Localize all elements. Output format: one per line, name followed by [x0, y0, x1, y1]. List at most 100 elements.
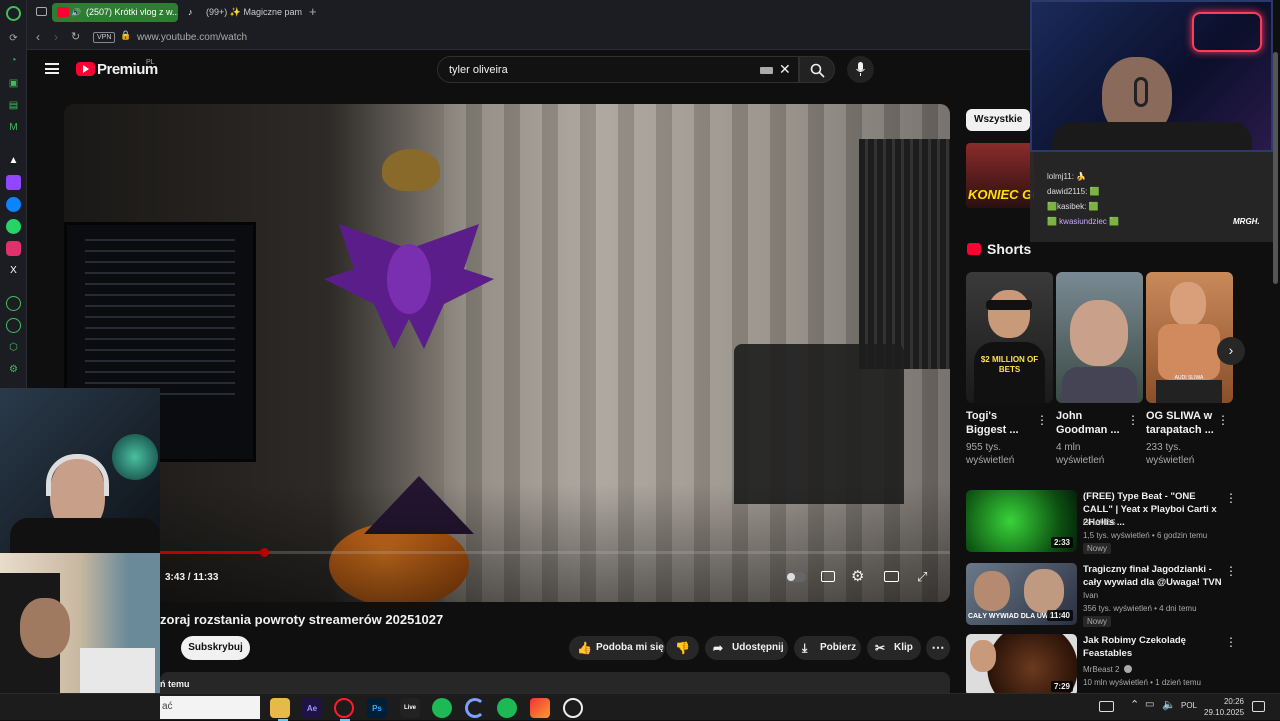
thumbs-down-icon: 👎: [675, 641, 690, 655]
network-icon[interactable]: ▭: [1145, 699, 1154, 710]
vpn-badge[interactable]: VPN: [93, 32, 116, 43]
spotify-icon-2[interactable]: [497, 698, 517, 718]
subtitles-icon[interactable]: [821, 571, 835, 582]
search-button[interactable]: [799, 56, 835, 83]
voice-search-button[interactable]: [847, 56, 874, 83]
dislike-button[interactable]: 👎: [666, 636, 699, 660]
aria-icon[interactable]: ◔: [6, 53, 21, 68]
chat-line: 🟩kasibek: 🟩: [1047, 202, 1099, 211]
headphones: [1134, 77, 1148, 107]
clip-button[interactable]: ✂ Klip: [867, 636, 921, 660]
bag-icon[interactable]: ▣: [6, 76, 21, 91]
twitch-icon[interactable]: [6, 175, 21, 190]
scissors-icon: ✂: [875, 641, 886, 655]
short-menu-icon[interactable]: ⋮: [1127, 413, 1139, 427]
lock-icon: 🔒: [120, 30, 132, 40]
instagram-icon[interactable]: [6, 241, 21, 256]
banner-thumbnail[interactable]: KONIEC GO: [966, 143, 1034, 208]
short-thumbnail: AUDI SLIWA: [1146, 272, 1233, 403]
settings-gear-icon[interactable]: ⚙: [851, 567, 864, 585]
short-overlay-text: $2 MILLION OF BETS: [980, 355, 1039, 374]
obs-icon[interactable]: [563, 698, 583, 718]
settings-icon[interactable]: ⚙: [6, 362, 21, 377]
taskbar-search[interactable]: ać: [160, 696, 260, 719]
spotify-icon[interactable]: [432, 698, 452, 718]
lamp: [382, 149, 440, 191]
clear-search-icon[interactable]: ✕: [779, 61, 791, 78]
recommendation-item[interactable]: 2:33 (FREE) Type Beat - "ONE CALL" | Yea…: [966, 490, 1238, 554]
keyboard-icon[interactable]: [760, 67, 773, 74]
url-field[interactable]: www.youtube.com/watch: [137, 32, 247, 43]
new-tab-button[interactable]: +: [309, 4, 317, 19]
volume-icon[interactable]: 🔈: [1162, 698, 1176, 711]
tab-youtube[interactable]: 🔊 (2507) Krótki vlog z w...: [52, 3, 178, 22]
music-icon[interactable]: M: [6, 120, 21, 135]
opera-gx-icon[interactable]: [334, 698, 354, 718]
short-views: 233 tys. wyświetleń: [1146, 442, 1195, 466]
youtube-favicon-icon: [57, 7, 69, 17]
like-button[interactable]: 👍 Podoba mi się: [569, 636, 665, 660]
theater-mode-icon[interactable]: [884, 571, 899, 582]
rec-menu-icon[interactable]: ⋮: [1225, 564, 1237, 578]
notification-icon[interactable]: [1252, 701, 1265, 712]
short-card[interactable]: John Goodman ... 4 mln wyświetleń: [1056, 272, 1143, 467]
thumbs-up-icon: 👍: [577, 641, 592, 655]
short-menu-icon[interactable]: ⋮: [1036, 413, 1048, 427]
chip-all[interactable]: Wszystkie: [966, 109, 1031, 131]
menu-icon[interactable]: [45, 63, 59, 74]
back-icon[interactable]: ‹: [36, 30, 40, 44]
rec-thumbnail: 2:33: [966, 490, 1077, 552]
refresh-icon[interactable]: ⟳: [6, 31, 21, 46]
clock-date: 29.10.2025: [1204, 708, 1245, 717]
ableton-live-icon[interactable]: Live: [400, 698, 420, 718]
file-explorer-icon[interactable]: [270, 698, 290, 718]
share-button[interactable]: ➦ Udostępnij: [705, 636, 788, 660]
short-title: John Goodman ...: [1056, 410, 1120, 436]
short-thumbnail: [1056, 272, 1143, 403]
tab-tiktok[interactable]: ♪ (99+) ✨ Magiczne pamięt...: [182, 3, 302, 22]
forward-icon[interactable]: ›: [54, 30, 58, 44]
rec-menu-icon[interactable]: ⋮: [1225, 491, 1237, 505]
opera-logo-icon[interactable]: [6, 6, 21, 21]
app-icon[interactable]: [530, 698, 550, 718]
tab-islands-icon[interactable]: [36, 7, 47, 16]
recommendation-item[interactable]: 7:29 Jak Robimy Czekoladę Feastables MrB…: [966, 634, 1238, 698]
subscribe-button[interactable]: Subskrybuj: [181, 636, 250, 660]
youtube-logo-icon[interactable]: [76, 62, 95, 76]
video-player[interactable]: 3:43 / 11:33 ⚙ ⤢: [64, 104, 950, 602]
autoplay-toggle[interactable]: [786, 572, 806, 582]
show-hidden-icons[interactable]: ⌃: [1130, 698, 1139, 711]
after-effects-icon[interactable]: Ae: [302, 698, 322, 718]
verified-icon: [1123, 665, 1132, 673]
short-card[interactable]: AUDI SLIWA OG SLIWA w tarapatach ... 233…: [1146, 272, 1233, 467]
short-card[interactable]: $2 MILLION OF BETS Togi's Biggest ... 95…: [966, 272, 1053, 467]
crypto-wallet-icon[interactable]: ▤: [6, 98, 21, 113]
extensions-icon[interactable]: ⬡: [6, 340, 21, 355]
reload-icon[interactable]: ↻: [71, 30, 80, 43]
x-twitter-icon[interactable]: X: [6, 263, 21, 278]
whatsapp-icon[interactable]: [6, 219, 21, 234]
shorts-next-button[interactable]: ›: [1217, 337, 1245, 365]
recommendation-item[interactable]: CAŁY WYWIAD DLA UWAGA 11:40 Tragiczny fi…: [966, 563, 1238, 627]
language-indicator[interactable]: POL: [1181, 701, 1197, 710]
fullscreen-icon[interactable]: ⤢: [917, 569, 927, 585]
short-thumbnail: $2 MILLION OF BETS: [966, 272, 1053, 403]
download-button[interactable]: ⤓ Pobierz: [794, 636, 861, 660]
tab-bar: 🔊 (2507) Krótki vlog z w... ♪ (99+) ✨ Ma…: [27, 0, 1030, 25]
history-icon[interactable]: [6, 318, 21, 333]
rec-menu-icon[interactable]: ⋮: [1225, 635, 1237, 649]
player-icon[interactable]: [6, 296, 21, 311]
messenger-icon[interactable]: [6, 197, 21, 212]
clock[interactable]: 20:26 29.10.2025: [1204, 696, 1244, 718]
page-scrollbar[interactable]: [1273, 52, 1278, 284]
search-input[interactable]: tyler oliveira ✕: [437, 56, 799, 83]
more-actions-button[interactable]: ⋯: [926, 636, 950, 660]
touch-keyboard-icon[interactable]: [1099, 701, 1114, 712]
aria-ai-icon[interactable]: ▲: [6, 153, 21, 168]
sunglasses: [986, 300, 1032, 310]
guest-webcam-1: [0, 388, 160, 553]
photoshop-icon[interactable]: Ps: [367, 698, 387, 718]
c-app-icon[interactable]: [465, 698, 485, 718]
short-menu-icon[interactable]: ⋮: [1217, 413, 1229, 427]
description-box[interactable]: ń temu: [160, 672, 950, 694]
